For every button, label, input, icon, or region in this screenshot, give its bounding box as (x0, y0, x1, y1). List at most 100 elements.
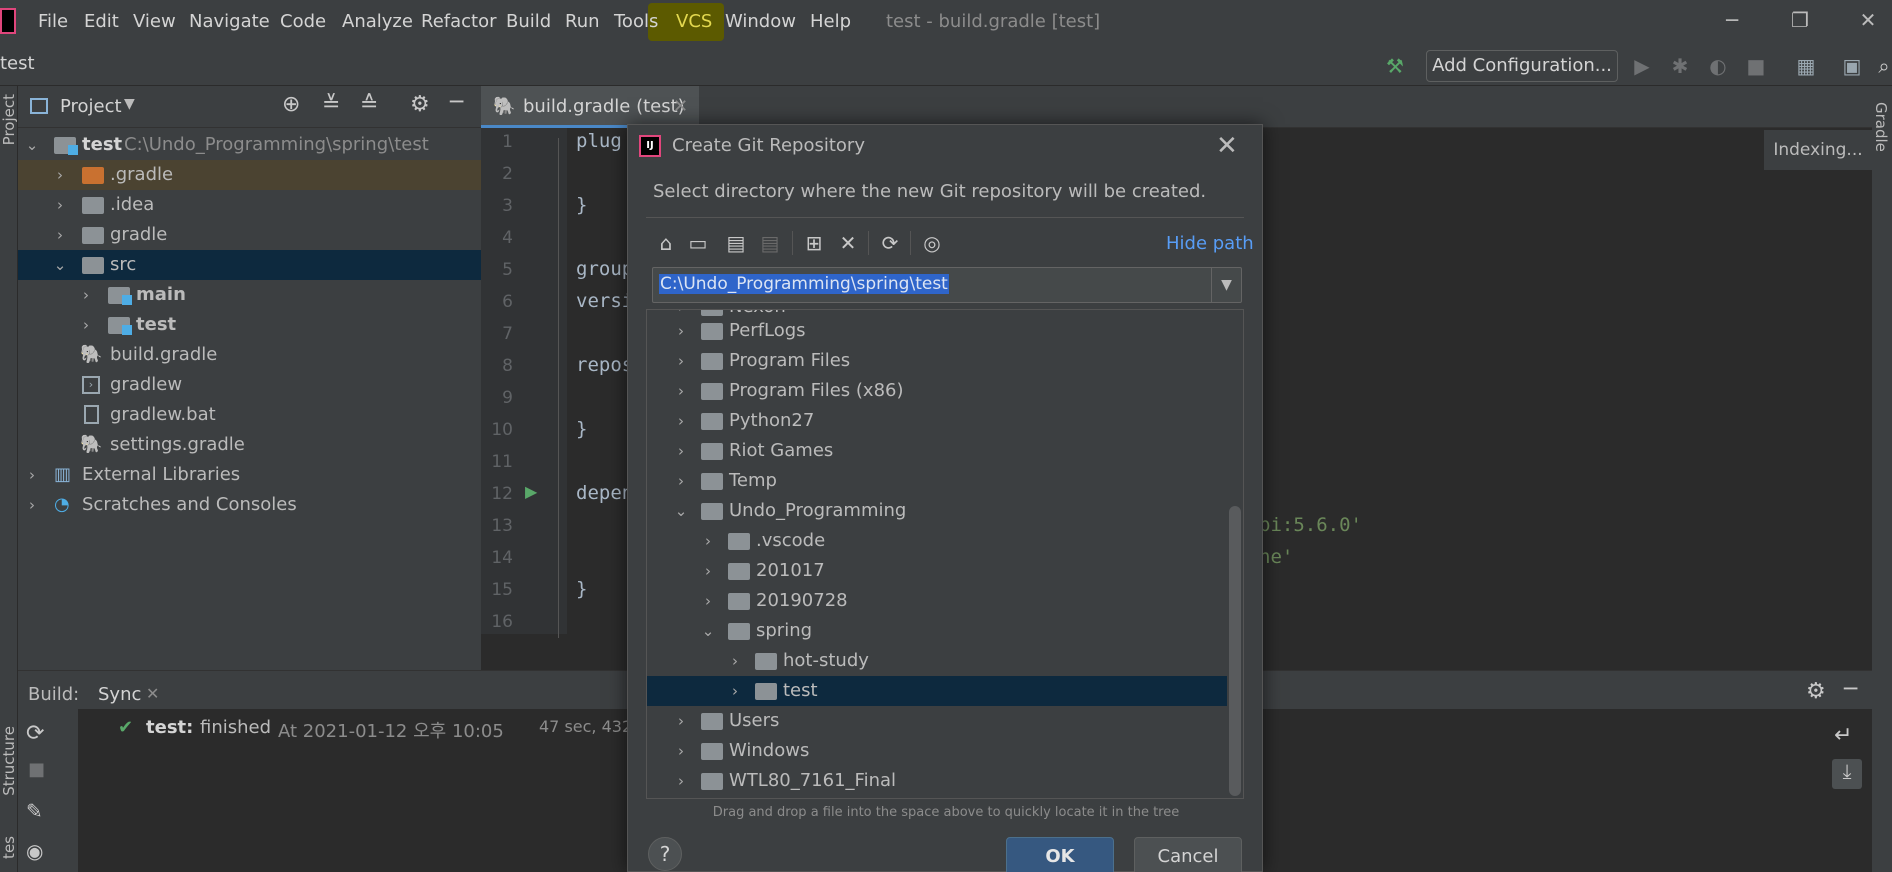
tes-tool-label[interactable]: tes (0, 836, 18, 859)
build-status-name[interactable]: test: (146, 717, 193, 738)
menu-run[interactable]: Run (565, 11, 600, 32)
project-breadcrumb[interactable]: test (0, 53, 35, 74)
soft-wrap-icon[interactable]: ↵ (1834, 723, 1852, 748)
chevron-right-icon[interactable]: › (673, 406, 689, 436)
close-icon[interactable]: ✕ (1216, 131, 1238, 161)
dir-item-windows[interactable]: › Windows (647, 736, 1227, 766)
chevron-down-icon[interactable]: ⌄ (52, 250, 68, 280)
chevron-right-icon[interactable]: › (24, 460, 40, 490)
tree-item-gradlew[interactable]: › gradlew (18, 370, 481, 400)
chevron-right-icon[interactable]: › (700, 526, 716, 556)
tree-item-settings-gradle[interactable]: 🐘 settings.gradle (18, 430, 481, 460)
tree-item-build-gradle[interactable]: 🐘 build.gradle (18, 340, 481, 370)
expand-all-icon[interactable]: ≚ (322, 92, 340, 117)
chevron-right-icon[interactable]: › (700, 586, 716, 616)
menu-help[interactable]: Help (810, 11, 851, 32)
tree-item-gradlew-bat[interactable]: gradlew.bat (18, 400, 481, 430)
add-configuration-button[interactable]: Add Configuration... (1426, 50, 1618, 82)
minimize-icon[interactable]: ─ (1718, 8, 1746, 36)
run-gutter-icon[interactable]: ▶ (525, 482, 537, 501)
chevron-right-icon[interactable]: › (673, 766, 689, 796)
gear-icon[interactable]: ⚙ (410, 92, 430, 117)
close-window-icon[interactable]: ✕ (1854, 8, 1882, 36)
debug-icon[interactable]: ✱ (1668, 54, 1692, 78)
scroll-to-end-icon[interactable]: ⤓ (1832, 759, 1862, 789)
stop-icon[interactable]: ■ (1744, 54, 1768, 78)
locate-icon[interactable]: ⊕ (282, 92, 300, 117)
dir-item-wtl80[interactable]: › WTL80_7161_Final (647, 766, 1227, 796)
ok-button[interactable]: OK (1006, 837, 1114, 872)
home-icon[interactable]: ⌂ (652, 229, 680, 257)
cancel-button[interactable]: Cancel (1134, 837, 1242, 872)
chevron-right-icon[interactable]: › (700, 556, 716, 586)
tree-item-external-libraries[interactable]: › ▥ External Libraries (18, 460, 481, 490)
chevron-down-icon[interactable]: ▼ (1211, 268, 1241, 302)
tree-item-src[interactable]: ⌄ src (18, 250, 481, 280)
help-button[interactable]: ? (648, 837, 682, 871)
menu-code[interactable]: Code (280, 11, 326, 32)
directory-tree[interactable]: › Nexon › PerfLogs › Program Files › Pro… (646, 309, 1244, 799)
chevron-down-icon[interactable]: ⌄ (673, 496, 689, 526)
refresh-icon[interactable]: ⟳ (876, 229, 904, 257)
hide-path-link[interactable]: Hide path (1166, 233, 1254, 254)
chevron-right-icon[interactable]: › (673, 436, 689, 466)
hide-panel-icon[interactable]: ─ (450, 90, 463, 115)
pin-icon[interactable]: ✎ (26, 799, 43, 823)
build-hammer-icon[interactable]: ⚒ (1383, 54, 1407, 78)
chevron-right-icon[interactable]: › (673, 706, 689, 736)
close-tab-icon[interactable]: ✕ (146, 684, 159, 703)
search-everywhere-icon[interactable]: ⌕ (1872, 54, 1892, 78)
dir-item-program-files[interactable]: › Program Files (647, 346, 1227, 376)
chevron-right-icon[interactable]: › (673, 316, 689, 346)
menu-file[interactable]: File (38, 11, 68, 32)
dir-item-program-files-x86[interactable]: › Program Files (x86) (647, 376, 1227, 406)
structure-tool-label[interactable]: Structure (0, 726, 18, 796)
project-structure-icon[interactable]: ▦ (1794, 54, 1818, 78)
project-view-title[interactable]: Project (60, 96, 122, 117)
dir-item-201017[interactable]: › 201017 (647, 556, 1227, 586)
run-anything-icon[interactable]: ▣ (1840, 54, 1864, 78)
module-folder-icon[interactable]: ▤ (756, 229, 784, 257)
close-tab-icon[interactable]: ✕ (673, 86, 688, 128)
gear-icon[interactable]: ⚙ (1806, 679, 1826, 704)
run-icon[interactable]: ▶ (1630, 54, 1654, 78)
chevron-right-icon[interactable]: › (52, 190, 68, 220)
tree-item-root-test[interactable]: ⌄ test C:\Undo_Programming\spring\test (18, 130, 481, 160)
chevron-right-icon[interactable]: › (673, 346, 689, 376)
dir-item-temp[interactable]: › Temp (647, 466, 1227, 496)
gradle-tool-label[interactable]: Gradle (1872, 102, 1890, 152)
coverage-icon[interactable]: ◐ (1706, 54, 1730, 78)
chevron-down-icon[interactable]: ⌄ (24, 130, 40, 160)
project-folder-icon[interactable]: ▤ (722, 229, 750, 257)
tree-item-dot-gradle[interactable]: › .gradle (18, 160, 481, 190)
chevron-right-icon[interactable]: › (673, 466, 689, 496)
menu-view[interactable]: View (133, 11, 176, 32)
stop-icon[interactable]: ■ (28, 759, 45, 780)
dir-item-test[interactable]: › test (647, 676, 1227, 706)
tree-item-main[interactable]: › main (18, 280, 481, 310)
dir-item-perflogs[interactable]: › PerfLogs (647, 316, 1227, 346)
menu-tools[interactable]: Tools (614, 11, 658, 32)
restore-icon[interactable]: ❐ (1786, 8, 1814, 36)
chevron-right-icon[interactable]: › (673, 736, 689, 766)
menu-build[interactable]: Build (506, 11, 551, 32)
new-folder-icon[interactable]: ⊞ (800, 229, 828, 257)
chevron-right-icon[interactable]: › (24, 490, 40, 520)
dir-item-vscode[interactable]: › .vscode (647, 526, 1227, 556)
chevron-right-icon[interactable]: › (673, 376, 689, 406)
delete-icon[interactable]: ✕ (834, 229, 862, 257)
chevron-right-icon[interactable]: › (78, 310, 94, 340)
chevron-right-icon[interactable]: › (78, 280, 94, 310)
tab-build-gradle[interactable]: 🐘 build.gradle (test) ✕ (481, 86, 699, 128)
refresh-icon[interactable]: ⟳ (26, 721, 44, 746)
tab-sync[interactable]: Sync (98, 684, 142, 712)
tree-item-scratches[interactable]: › ◔ Scratches and Consoles (18, 490, 481, 520)
tree-scrollbar[interactable] (1229, 506, 1241, 796)
show-hidden-icon[interactable]: ◎ (918, 229, 946, 257)
dir-item-python27[interactable]: › Python27 (647, 406, 1227, 436)
tree-item-idea[interactable]: › .idea (18, 190, 481, 220)
collapse-all-icon[interactable]: ≙ (360, 92, 378, 117)
chevron-right-icon[interactable]: › (52, 220, 68, 250)
menu-window[interactable]: Window (725, 11, 796, 32)
desktop-icon[interactable]: ▭ (684, 229, 712, 257)
